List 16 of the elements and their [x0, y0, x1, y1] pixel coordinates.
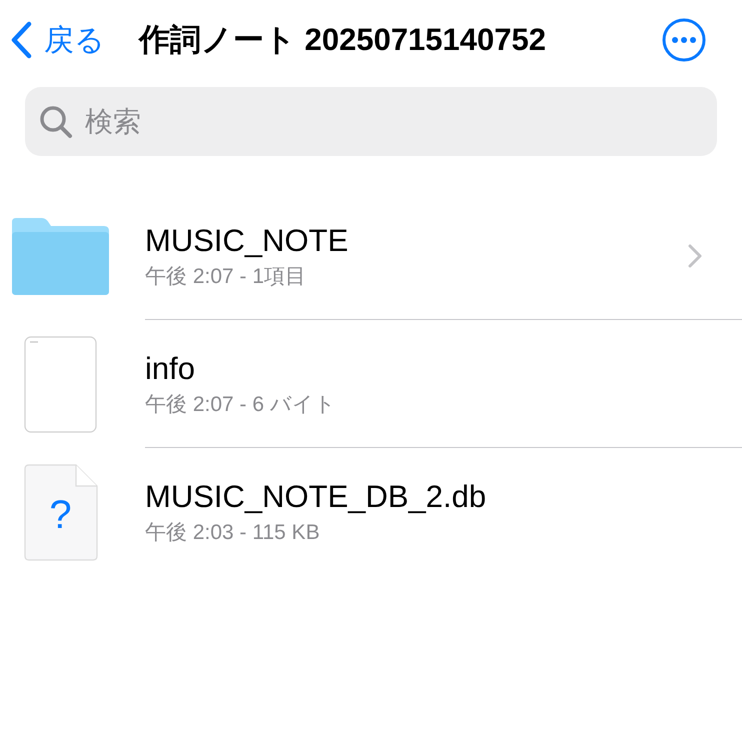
folder-icon: [12, 218, 109, 294]
file-name: info: [145, 350, 196, 388]
more-icon[interactable]: [662, 18, 706, 62]
file-details: 午後 2:07 - 6 バイト: [145, 392, 337, 418]
chevron-right-icon: [688, 244, 702, 268]
back-chevron-icon: [10, 21, 32, 59]
search-field[interactable]: 検索: [25, 87, 717, 156]
search-icon: [39, 105, 73, 139]
back-button[interactable]: 戻る: [10, 18, 105, 62]
unknown-file-icon: ?: [24, 464, 98, 560]
document-icon: [24, 336, 97, 432]
file-details: 午後 2:03 - 115 KB: [145, 520, 321, 546]
folder-title: 作詞ノート 20250715140752: [139, 20, 546, 59]
file-name: MUSIC_NOTE_DB_2.db: [145, 478, 488, 516]
file-name: MUSIC_NOTE: [145, 222, 350, 260]
file-details: 午後 2:07 - 1項目: [145, 264, 308, 290]
